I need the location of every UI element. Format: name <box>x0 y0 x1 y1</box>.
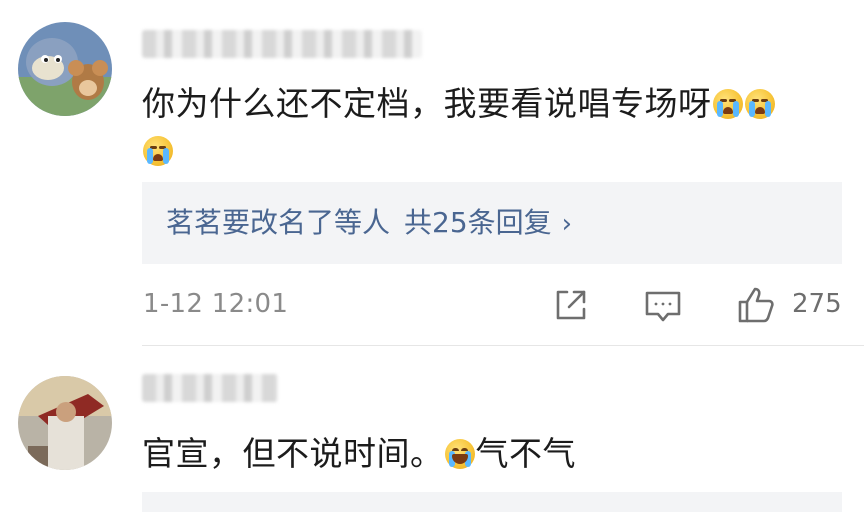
comment-body: 你为什么还不定档，我要看说唱专场呀 <box>142 84 712 123</box>
comment-button[interactable] <box>643 285 683 325</box>
comment-icon <box>645 291 681 322</box>
comment-text: 官宣，但不说时间。 气不气 <box>142 430 844 477</box>
username-blurred[interactable] <box>142 30 422 58</box>
username-blurred[interactable] <box>142 374 278 402</box>
tom-and-jerry-avatar-icon <box>18 22 112 116</box>
like-button[interactable] <box>736 285 776 325</box>
photo-avatar-icon <box>18 376 112 470</box>
comment-item: 官宣，但不说时间。 气不气 <box>0 346 864 512</box>
laughing-tears-face-icon <box>444 439 475 469</box>
reply-preview-box[interactable] <box>142 492 842 512</box>
like-count: 275 <box>792 289 842 319</box>
timestamp: 1-12 12:01 <box>143 289 289 319</box>
reply-preview-line[interactable]: 茗茗要改名了等人 共25条回复 › <box>166 204 572 243</box>
comment-text: 你为什么还不定档，我要看说唱专场呀 <box>142 80 844 174</box>
chevron-right-icon[interactable]: › <box>562 205 572 243</box>
crying-face-icon <box>744 89 775 119</box>
crying-face-icon <box>712 89 743 119</box>
comment-body: 官宣，但不说时间。 <box>142 434 444 473</box>
share-button[interactable] <box>551 285 591 325</box>
comment-meta-row: 1-12 12:01 275 <box>0 283 864 331</box>
share-icon <box>556 290 586 320</box>
avatar[interactable] <box>18 376 112 470</box>
comment-body-tail: 气不气 <box>475 434 576 473</box>
reply-author[interactable]: 茗茗要改名了等人 <box>166 204 390 242</box>
reply-count[interactable]: 共25条回复 <box>404 204 552 242</box>
avatar[interactable] <box>18 22 112 116</box>
thumbs-up-icon <box>738 287 774 323</box>
reply-preview-box[interactable]: 茗茗要改名了等人 共25条回复 › <box>142 182 842 264</box>
comment-item: 你为什么还不定档，我要看说唱专场呀 茗茗要改名了等人 共25条回复 › 1-12 1… <box>0 0 864 345</box>
crying-face-icon <box>143 136 173 166</box>
